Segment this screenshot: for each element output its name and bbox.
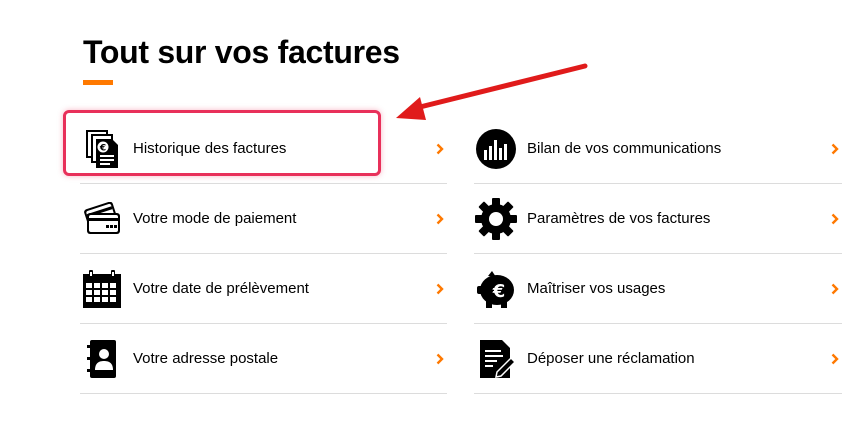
svg-text:€: €: [492, 281, 506, 302]
menu-item-label: Paramètres de vos factures: [527, 210, 711, 227]
menu-item-label: Votre adresse postale: [133, 350, 279, 367]
payment-cards-icon: [80, 197, 124, 241]
title-accent-bar: [83, 80, 113, 85]
menu-item-historique-factures[interactable]: € Historique des factures: [80, 114, 447, 184]
menu-item-mode-paiement[interactable]: Votre mode de paiement: [80, 184, 447, 254]
menu-item-parametres-factures[interactable]: Paramètres de vos factures: [474, 184, 842, 254]
piggy-bank-euro-icon: €: [474, 267, 518, 311]
calendar-icon: [80, 267, 124, 311]
gear-icon: [474, 197, 518, 241]
menu-item-label: Votre date de prélèvement: [133, 280, 309, 297]
chevron-right-icon: [830, 212, 840, 226]
invoice-history-icon: €: [80, 127, 124, 171]
right-menu: Bilan de vos communications Paramètres d…: [474, 114, 842, 394]
page-title: Tout sur vos factures: [83, 34, 400, 70]
left-menu: € Historique des factures Votre mode de …: [80, 114, 447, 394]
menu-item-label: Déposer une réclamation: [527, 350, 695, 367]
menu-item-label: Historique des factures: [133, 140, 287, 157]
menu-item-label: Votre mode de paiement: [133, 210, 297, 227]
svg-text:€: €: [99, 143, 106, 153]
bar-chart-circle-icon: [474, 127, 518, 171]
chevron-right-icon: [435, 352, 445, 366]
menu-item-bilan-communications[interactable]: Bilan de vos communications: [474, 114, 842, 184]
menu-item-deposer-reclamation[interactable]: Déposer une réclamation: [474, 324, 842, 394]
menu-item-date-prelevement[interactable]: Votre date de prélèvement: [80, 254, 447, 324]
chevron-right-icon: [830, 352, 840, 366]
chevron-right-icon: [830, 282, 840, 296]
address-book-icon: [80, 337, 124, 381]
menu-item-label: Maîtriser vos usages: [527, 280, 666, 297]
menu-item-adresse-postale[interactable]: Votre adresse postale: [80, 324, 447, 394]
chevron-right-icon: [435, 212, 445, 226]
chevron-right-icon: [830, 142, 840, 156]
menu-item-maitriser-usages[interactable]: € Maîtriser vos usages: [474, 254, 842, 324]
chevron-right-icon: [435, 142, 445, 156]
document-edit-icon: [474, 337, 518, 381]
menu-item-label: Bilan de vos communications: [527, 140, 722, 157]
chevron-right-icon: [435, 282, 445, 296]
